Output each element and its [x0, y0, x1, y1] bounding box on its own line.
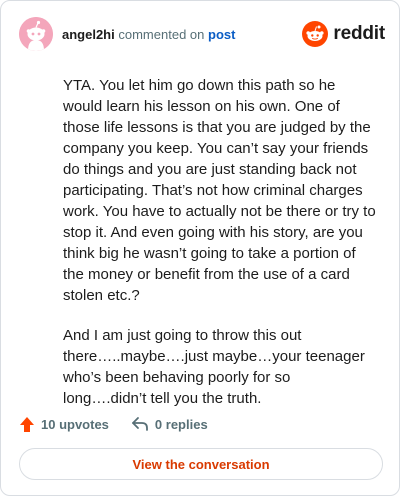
commented-on-text: commented on: [118, 27, 205, 42]
reply-arrow-icon: [132, 417, 148, 431]
comment-paragraph: And I am just going to throw this out th…: [63, 327, 365, 407]
replies-button[interactable]: 0 replies: [131, 416, 208, 432]
upvote-arrow-icon: [20, 416, 34, 432]
snoo-avatar-icon[interactable]: [19, 17, 53, 51]
comment-paragraph: YTA. You let him go down this path so he…: [63, 77, 376, 304]
reddit-brand[interactable]: reddit: [302, 19, 385, 49]
comment-meta: angel2hi commented on post: [62, 27, 235, 43]
upvotes-count: 10 upvotes: [41, 416, 109, 432]
username-link[interactable]: angel2hi: [62, 27, 115, 42]
replies-count: 0 replies: [154, 416, 208, 432]
comment-actions: 10 upvotes 0 replies: [19, 414, 208, 434]
brand-wordmark: reddit: [333, 23, 385, 44]
post-link[interactable]: post: [208, 27, 235, 42]
upvotes-button[interactable]: 10 upvotes: [19, 416, 109, 433]
reddit-logo-icon: [302, 21, 329, 47]
comment-header: angel2hi commented on post reddit: [19, 17, 385, 53]
embedded-comment-card: angel2hi commented on post reddit YTA. Y…: [0, 0, 400, 496]
view-conversation-button[interactable]: View the conversation: [19, 448, 383, 480]
comment-body: YTA. You let him go down this path so he…: [63, 75, 377, 428]
